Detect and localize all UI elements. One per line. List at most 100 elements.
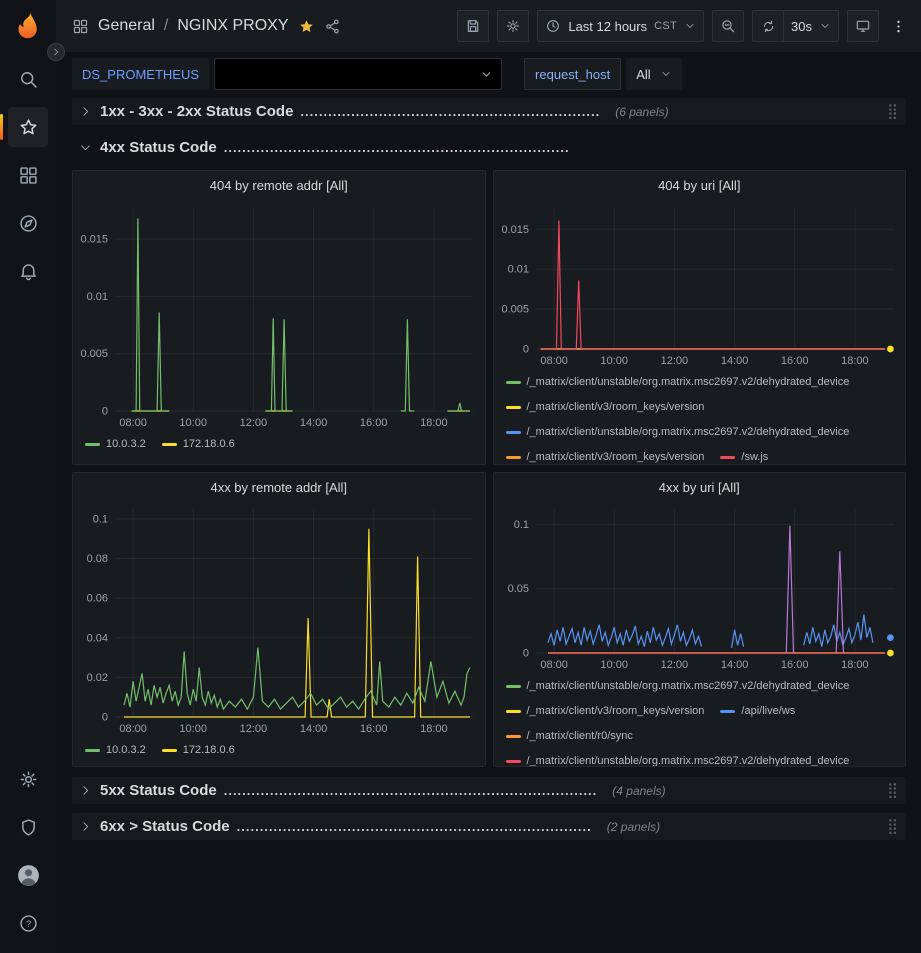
chart-404-by-uri[interactable]: 00.0050.010.01508:0010:0012:0014:0016:00… xyxy=(494,199,906,369)
sidebar-item-help[interactable]: ? xyxy=(8,903,48,943)
legend-item[interactable]: /_matrix/client/r0/sync xyxy=(506,729,633,744)
row-header-6xx[interactable]: 6xx > Status Code ......................… xyxy=(72,813,906,840)
grafana-logo[interactable] xyxy=(11,9,45,43)
chart-svg: 00.0050.010.01508:0010:0012:0014:0016:00… xyxy=(73,199,485,431)
panel-title[interactable]: 404 by uri [All] xyxy=(494,171,906,199)
chevron-right-icon xyxy=(79,820,92,833)
legend-item[interactable]: /api/live/ws xyxy=(720,704,795,719)
legend-item[interactable]: /_matrix/client/unstable/org.matrix.msc2… xyxy=(506,375,850,390)
time-range-label: Last 12 hours xyxy=(568,19,647,34)
topbar-actions: Last 12 hours CST 30s xyxy=(457,10,909,42)
sidebar-item-search[interactable] xyxy=(8,59,48,99)
sidebar-item-profile[interactable] xyxy=(8,855,48,895)
svg-text:12:00: 12:00 xyxy=(240,723,268,735)
datasource-variable-label[interactable]: DS_PROMETHEUS xyxy=(72,58,209,90)
legend: /_matrix/client/unstable/org.matrix.msc2… xyxy=(494,673,906,766)
refresh-interval-dropdown[interactable]: 30s xyxy=(784,10,839,42)
row-title: 4xx Status Code xyxy=(100,139,217,156)
legend-item[interactable]: /_matrix/client/v3/room_keys/version xyxy=(506,400,705,415)
row-drag-handle[interactable]: ⣿ xyxy=(887,819,898,834)
chevron-down-icon xyxy=(480,68,493,81)
chart-svg: 00.020.040.060.080.108:0010:0012:0014:00… xyxy=(73,501,485,737)
row-title-dots: ........................................… xyxy=(224,783,598,798)
chevron-right-icon xyxy=(79,784,92,797)
dashboards-grid-icon xyxy=(72,18,89,35)
svg-text:16:00: 16:00 xyxy=(360,417,388,429)
svg-text:0.005: 0.005 xyxy=(80,348,108,360)
chevron-down-icon xyxy=(79,141,92,154)
request-host-variable-value[interactable]: All xyxy=(626,58,681,90)
bell-icon xyxy=(18,261,39,282)
tv-mode-button[interactable] xyxy=(847,10,879,42)
panel-4xx-by-uri: 4xx by uri [All]00.050.108:0010:0012:001… xyxy=(493,472,907,767)
sidebar-nav xyxy=(8,59,48,291)
panels-grid: 404 by remote addr [All]00.0050.010.0150… xyxy=(72,170,906,767)
legend-item[interactable]: 172.18.0.6 xyxy=(162,743,235,758)
chart-4xx-by-uri[interactable]: 00.050.108:0010:0012:0014:0016:0018:00 xyxy=(494,501,906,673)
legend-item[interactable]: /_matrix/client/v3/room_keys/version xyxy=(506,704,705,719)
legend-item[interactable]: /_matrix/client/unstable/org.matrix.msc2… xyxy=(506,425,850,440)
legend-label: 10.0.3.2 xyxy=(106,743,146,758)
sidebar-item-alerting[interactable] xyxy=(8,251,48,291)
sidebar-item-dashboards[interactable] xyxy=(8,155,48,195)
legend-item[interactable]: /_matrix/client/v3/room_keys/version xyxy=(506,450,705,464)
row-header-5xx[interactable]: 5xx Status Code ........................… xyxy=(72,777,906,804)
chevron-down-icon xyxy=(660,68,672,80)
more-options-button[interactable] xyxy=(887,10,909,42)
panel-title[interactable]: 4xx by uri [All] xyxy=(494,473,906,501)
svg-text:14:00: 14:00 xyxy=(300,723,328,735)
svg-text:12:00: 12:00 xyxy=(240,417,268,429)
request-host-variable-label[interactable]: request_host xyxy=(524,58,621,90)
legend-item[interactable]: 10.0.3.2 xyxy=(85,437,146,452)
sidebar-item-starred[interactable] xyxy=(8,107,48,147)
legend-item[interactable]: 172.18.0.6 xyxy=(162,437,235,452)
save-dashboard-button[interactable] xyxy=(457,10,489,42)
row-title: 1xx - 3xx - 2xx Status Code xyxy=(100,103,293,120)
svg-text:16:00: 16:00 xyxy=(360,723,388,735)
help-icon: ? xyxy=(18,913,39,934)
sidebar: ? xyxy=(0,0,56,953)
breadcrumb-dashboard-title[interactable]: NGINX PROXY xyxy=(177,17,288,35)
gear-icon xyxy=(18,769,39,790)
dashboard-settings-button[interactable] xyxy=(497,10,529,42)
star-icon xyxy=(18,117,39,138)
panel-title[interactable]: 404 by remote addr [All] xyxy=(73,171,485,199)
legend-item[interactable]: /_matrix/client/unstable/org.matrix.msc2… xyxy=(506,679,850,694)
chart-4xx-by-remote-addr[interactable]: 00.020.040.060.080.108:0010:0012:0014:00… xyxy=(73,501,485,737)
chart-404-by-remote-addr[interactable]: 00.0050.010.01508:0010:0012:0014:0016:00… xyxy=(73,199,485,431)
legend-item[interactable]: /_matrix/client/unstable/org.matrix.msc2… xyxy=(506,754,850,766)
row-drag-handle[interactable]: ⣿ xyxy=(887,104,898,119)
legend-item[interactable]: /sw.js xyxy=(720,450,768,464)
legend-label: /_matrix/client/v3/room_keys/version xyxy=(527,704,705,719)
share-icon[interactable] xyxy=(324,18,341,35)
grafana-app: ? General / NGINX PROXY xyxy=(0,0,921,953)
sidebar-item-server-admin[interactable] xyxy=(8,807,48,847)
refresh-interval-value: 30s xyxy=(791,19,812,34)
sidebar-item-explore[interactable] xyxy=(8,203,48,243)
request-host-variable: request_host All xyxy=(524,58,682,90)
row-header-4xx[interactable]: 4xx Status Code ........................… xyxy=(72,134,906,161)
breadcrumb-separator: / xyxy=(164,17,168,35)
sidebar-bottom: ? xyxy=(8,759,48,943)
svg-text:10:00: 10:00 xyxy=(600,659,628,671)
sidebar-expand-button[interactable] xyxy=(47,43,65,61)
refresh-button[interactable] xyxy=(752,10,784,42)
datasource-variable-value[interactable] xyxy=(214,58,502,90)
legend: /_matrix/client/unstable/org.matrix.msc2… xyxy=(494,369,906,464)
row-drag-handle[interactable]: ⣿ xyxy=(887,783,898,798)
legend-item[interactable]: 10.0.3.2 xyxy=(85,743,146,758)
svg-text:0.08: 0.08 xyxy=(87,553,108,565)
panel-title[interactable]: 4xx by remote addr [All] xyxy=(73,473,485,501)
zoom-out-time-button[interactable] xyxy=(712,10,744,42)
row-header-1xx-3xx-2xx[interactable]: 1xx - 3xx - 2xx Status Code ............… xyxy=(72,98,906,125)
sidebar-item-configuration[interactable] xyxy=(8,759,48,799)
legend-label: /_matrix/client/v3/room_keys/version xyxy=(527,400,705,415)
svg-text:18:00: 18:00 xyxy=(420,723,448,735)
svg-text:0: 0 xyxy=(522,344,528,356)
favorite-star-icon[interactable] xyxy=(298,18,315,35)
time-range-picker[interactable]: Last 12 hours CST xyxy=(537,10,704,42)
svg-text:0: 0 xyxy=(102,406,108,418)
svg-text:08:00: 08:00 xyxy=(119,723,147,735)
breadcrumb-section[interactable]: General xyxy=(98,17,155,35)
svg-text:0.005: 0.005 xyxy=(501,304,529,316)
